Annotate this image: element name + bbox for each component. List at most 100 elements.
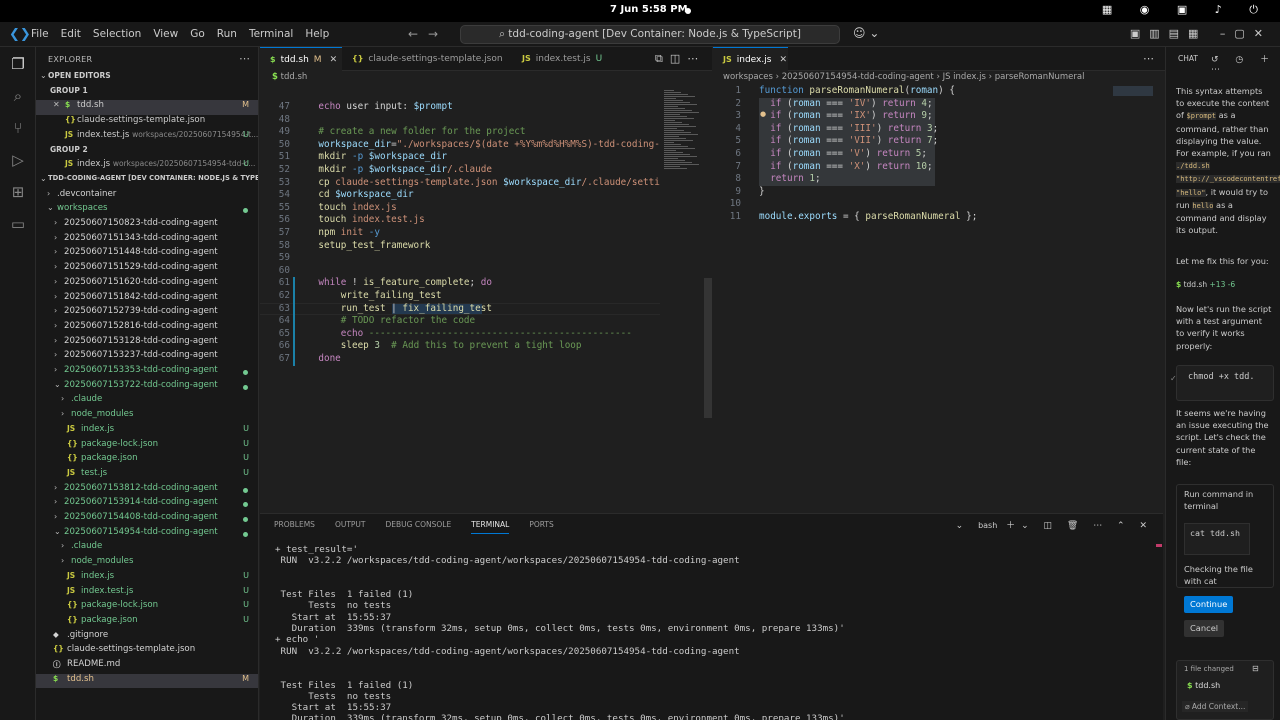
add-context-button[interactable]: ⌀ Add Context...: [1182, 701, 1249, 712]
breadcrumb-part[interactable]: parseRomanNumeral: [995, 72, 1085, 82]
search-icon[interactable]: ⌕: [9, 87, 27, 105]
tree-item[interactable]: › node_modules: [36, 556, 258, 571]
explorer-icon[interactable]: ❐: [9, 55, 27, 73]
open-editor-item[interactable]: {} claude-settings-template.json: [36, 115, 258, 130]
tree-item[interactable]: › 20250607151620-tdd-coding-agent: [36, 277, 258, 292]
tree-item[interactable]: › 20250607151343-tdd-coding-agent: [36, 233, 258, 248]
editor-tab[interactable]: $ tdd.sh M ✕: [260, 47, 342, 71]
panel-controls[interactable]: ⌄ bash ＋⌄ ◫ 🗑 ⋯ ⌃ ✕: [956, 518, 1153, 531]
tree-item[interactable]: JS test.js U: [36, 468, 258, 483]
workspace-root[interactable]: ⌄ TDD-CODING-AGENT [DEV CONTAINER: NODE.J…: [36, 174, 258, 189]
tree-item[interactable]: › 20250607151529-tdd-coding-agent: [36, 262, 258, 277]
panel-tab-problems[interactable]: PROBLEMS: [274, 520, 315, 534]
editor-tab[interactable]: JS index.js ✕: [713, 47, 788, 71]
command-center[interactable]: ⌕ tdd-coding-agent [Dev Container: Node.…: [460, 25, 840, 44]
open-editor-item[interactable]: ✕ $ tdd.sh M: [36, 100, 258, 116]
more-actions-right-icon[interactable]: ⋯: [1143, 52, 1154, 65]
continue-button[interactable]: Continue: [1184, 596, 1234, 613]
chat-controls[interactable]: ↺ ◷ ＋ ⋯: [1211, 52, 1280, 75]
menu-go[interactable]: Go: [190, 28, 205, 40]
panel-tab-ports[interactable]: PORTS: [529, 520, 553, 534]
tree-item[interactable]: › 20250607151448-tdd-coding-agent: [36, 247, 258, 262]
cancel-button[interactable]: Cancel: [1184, 620, 1225, 637]
breadcrumb-part[interactable]: JS index.js: [943, 72, 986, 82]
panel-tab-output[interactable]: OUTPUT: [335, 520, 366, 534]
tree-item[interactable]: › node_modules: [36, 409, 258, 424]
tree-item[interactable]: {} package-lock.json U: [36, 439, 258, 454]
tree-item[interactable]: {} package-lock.json U: [36, 600, 258, 615]
tree-item[interactable]: ◆ .gitignore: [36, 630, 258, 645]
tree-item[interactable]: › 20250607151842-tdd-coding-agent: [36, 292, 258, 307]
tree-item[interactable]: › 20250607152739-tdd-coding-agent: [36, 306, 258, 321]
menu-view[interactable]: View: [153, 28, 178, 40]
menu-file[interactable]: File: [31, 28, 49, 40]
editor-actions-left[interactable]: ⧉◫⋯: [655, 52, 705, 66]
source-control-icon[interactable]: ⑂: [9, 119, 27, 137]
tree-item[interactable]: ⌄ 20250607154954-tdd-coding-agent: [36, 527, 258, 542]
lightbulb-icon[interactable]: ●: [760, 110, 766, 118]
panel-tab-terminal[interactable]: TERMINAL: [471, 520, 510, 534]
tree-item[interactable]: › 20250607153128-tdd-coding-agent: [36, 336, 258, 351]
tree-item[interactable]: › 20250607150823-tdd-coding-agent: [36, 218, 258, 233]
file-chip[interactable]: $ tdd.sh +13 -6: [1176, 279, 1272, 291]
chevron-down-icon: ⌄: [40, 71, 47, 80]
tree-item[interactable]: › 20250607153353-tdd-coding-agent: [36, 365, 258, 380]
tree-item[interactable]: › 20250607154408-tdd-coding-agent: [36, 512, 258, 527]
command-text[interactable]: cat tdd.sh: [1184, 523, 1250, 555]
changed-file-row[interactable]: $ tdd.sh: [1187, 681, 1220, 690]
diff-view-icon[interactable]: ⊟: [1252, 664, 1259, 673]
tree-item[interactable]: › .claude: [36, 394, 258, 409]
tree-item[interactable]: › 20250607152816-tdd-coding-agent: [36, 321, 258, 336]
open-editors-section[interactable]: ⌄ OPEN EDITORS: [36, 71, 258, 86]
tree-item[interactable]: JS index.js U: [36, 424, 258, 439]
menu-terminal[interactable]: Terminal: [249, 28, 293, 40]
menu-help[interactable]: Help: [305, 28, 329, 40]
close-icon[interactable]: ✕: [330, 55, 338, 65]
terminal-output[interactable]: + test_result=' RUN v3.2.2 /workspaces/t…: [275, 544, 1145, 720]
tree-item[interactable]: ⓘ README.md: [36, 659, 258, 674]
open-editor-item[interactable]: JS index.test.js workspaces/2025060715495…: [36, 129, 258, 145]
close-icon[interactable]: ✕: [53, 100, 60, 109]
tree-item[interactable]: › 20250607153914-tdd-coding-agent: [36, 497, 258, 512]
minimap-right[interactable]: [1113, 86, 1153, 96]
scrollbar-left[interactable]: [704, 278, 712, 418]
file-type-icon: JS: [65, 129, 74, 139]
breadcrumb-part[interactable]: 20250607154954-tdd-coding-agent: [782, 72, 934, 82]
nav-arrows[interactable]: ←→: [408, 27, 448, 41]
tree-item[interactable]: JS index.test.js U: [36, 586, 258, 601]
code-editor-right[interactable]: 1 2 3 4 5 6 7 8 9 10 11 function parseRomanNumeral(…: [713, 84, 1163, 509]
tree-item[interactable]: {} claude-settings-template.json: [36, 644, 258, 659]
menu-run[interactable]: Run: [217, 28, 237, 40]
tree-item[interactable]: › .devcontainer: [36, 189, 258, 204]
breadcrumb-part[interactable]: workspaces: [723, 72, 773, 82]
run-debug-icon[interactable]: ▷: [9, 151, 27, 169]
editor-tab[interactable]: {} claude-settings-template.json: [342, 47, 512, 71]
command-block-1[interactable]: ✓ chmod +x tdd.: [1170, 365, 1274, 401]
extensions-icon[interactable]: ⊞: [9, 183, 27, 201]
panel-tab-debug-console[interactable]: DEBUG CONSOLE: [386, 520, 452, 534]
group-header[interactable]: GROUP 1: [36, 86, 258, 101]
tree-item[interactable]: ⌄ 20250607153722-tdd-coding-agent: [36, 380, 258, 395]
remote-explorer-icon[interactable]: ▭: [9, 215, 27, 233]
open-editor-item[interactable]: JS index.js workspaces/20250607154954-tdd…: [36, 159, 258, 174]
editor-tab[interactable]: JS index.test.js U: [512, 47, 617, 71]
tree-item[interactable]: JS index.js U: [36, 571, 258, 586]
group-header[interactable]: GROUP 2: [36, 145, 258, 160]
close-icon[interactable]: ✕: [779, 55, 787, 65]
tree-item[interactable]: $ tdd.sh M: [36, 673, 258, 689]
system-tray[interactable]: ▦ ◉ ▣ ♪ ⏻: [1102, 3, 1270, 17]
code-editor-left[interactable]: 47 48 49 50 51 52 53 54 55 56 57 58 59 60 61 62 63 64 65 66…: [260, 84, 665, 509]
tree-item[interactable]: › 20250607153812-tdd-coding-agent: [36, 483, 258, 498]
minimap-line: [664, 98, 676, 99]
menu-selection[interactable]: Selection: [93, 28, 141, 40]
tree-item[interactable]: › .claude: [36, 541, 258, 556]
tree-item[interactable]: {} package.json U: [36, 453, 258, 468]
copilot-icon[interactable]: ☺ ⌄: [853, 26, 879, 40]
tree-item[interactable]: › 20250607153237-tdd-coding-agent: [36, 350, 258, 365]
menu-edit[interactable]: Edit: [61, 28, 81, 40]
window-controls[interactable]: ▣▥▤▦ –▢✕: [1130, 27, 1272, 40]
minimap-left[interactable]: [660, 84, 708, 509]
more-actions-icon[interactable]: ⋯: [239, 52, 250, 65]
tree-item[interactable]: {} package.json U: [36, 615, 258, 630]
tree-item[interactable]: ⌄ workspaces: [36, 203, 258, 218]
